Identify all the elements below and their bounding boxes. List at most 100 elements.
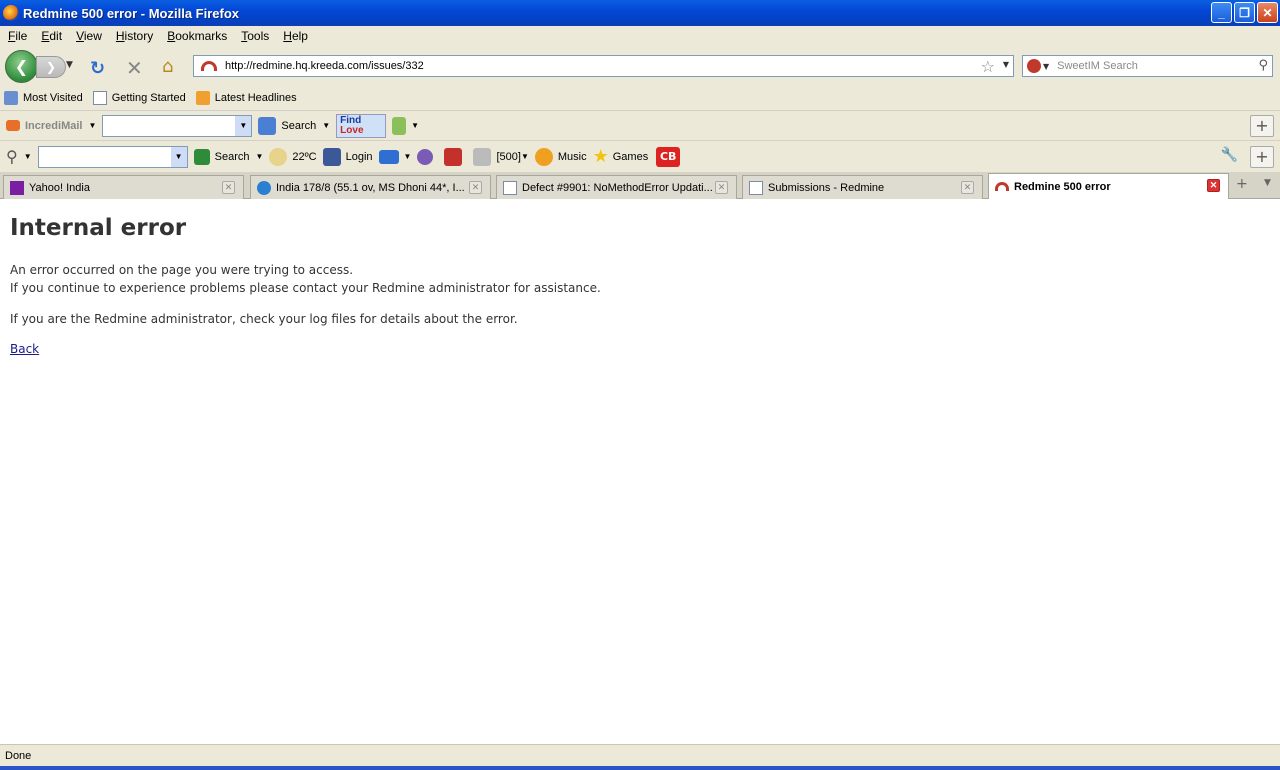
chevron-down-icon[interactable]: ▼ — [170, 146, 187, 167]
yahoo-icon — [10, 180, 24, 195]
menu-view[interactable]: View — [76, 29, 102, 43]
toolbar2-search-box[interactable]: ▼ — [37, 145, 188, 168]
toolbar2-search-menu[interactable]: ⚲ ▼ — [6, 147, 32, 167]
menu-file[interactable]: File — [8, 29, 27, 43]
tab-label: India 178/8 (55.1 ov, MS Dhoni 44*, I... — [276, 181, 465, 194]
youtube-button[interactable] — [444, 147, 467, 166]
history-dropdown-icon[interactable]: ▼ — [66, 60, 73, 70]
facebook-login-button[interactable]: Login — [322, 147, 373, 166]
search-engine-icon[interactable] — [1027, 59, 1041, 73]
music-button[interactable]: Music — [534, 147, 587, 166]
bookmark-most-visited[interactable]: Most Visited — [4, 91, 83, 105]
url-dropdown-icon[interactable]: ▼ — [1003, 60, 1009, 69]
email-button[interactable]: ▼ — [378, 149, 412, 164]
bookmark-latest-headlines[interactable]: Latest Headlines — [195, 91, 297, 105]
close-window-button[interactable]: ✕ — [1257, 2, 1278, 23]
firefox-icon — [3, 5, 19, 21]
tab-close-icon[interactable]: ✕ — [469, 181, 482, 194]
bookmark-star-icon[interactable]: ☆ — [981, 57, 995, 76]
menu-history[interactable]: History — [116, 29, 153, 43]
maximize-button[interactable]: ❐ — [1234, 2, 1255, 23]
stop-icon[interactable]: ✕ — [126, 56, 143, 80]
url-bar[interactable]: http://redmine.hq.kreeda.com/issues/332 … — [193, 55, 1014, 77]
bookmark-getting-started[interactable]: Getting Started — [92, 91, 186, 105]
search-bar[interactable]: ▼ SweetIM Search ⚲ — [1022, 55, 1273, 77]
brand-dropdown-icon[interactable]: ▼ — [88, 121, 96, 130]
tab-close-icon[interactable]: ✕ — [222, 181, 235, 194]
search-menu-dropdown-icon[interactable]: ▼ — [24, 152, 32, 161]
counter-dropdown-icon[interactable]: ▼ — [521, 152, 529, 161]
window-title: Redmine 500 error - Mozilla Firefox — [23, 5, 240, 21]
toolbar2-search-input[interactable]: ▼ — [37, 145, 188, 168]
menu-tools[interactable]: Tools — [241, 29, 269, 43]
tab-redmine-500-error[interactable]: Redmine 500 error ✕ — [988, 173, 1229, 199]
tab-cricket-score[interactable]: India 178/8 (55.1 ov, MS Dhoni 44*, I...… — [250, 175, 491, 199]
menu-help[interactable]: Help — [283, 29, 308, 43]
chevron-down-icon[interactable]: ▼ — [235, 115, 252, 136]
new-tab-icon[interactable]: + — [1236, 176, 1248, 192]
messenger-button[interactable] — [417, 148, 438, 165]
tab-list-dropdown-icon[interactable]: ▼ — [1264, 178, 1271, 188]
toolbar1-search-input[interactable]: ▼ — [102, 114, 253, 137]
back-link[interactable]: Back — [10, 342, 39, 356]
tag-dropdown-icon[interactable]: ▼ — [411, 121, 419, 130]
engine-dropdown-icon[interactable]: ▼ — [1043, 62, 1049, 71]
site-favicon-icon — [201, 61, 217, 71]
weather-widget[interactable]: 22ºC — [269, 147, 317, 166]
status-text: Done — [5, 749, 32, 762]
incredimail-logo[interactable]: IncrediMail ▼ — [6, 120, 96, 132]
home-icon[interactable]: ⌂ — [162, 56, 173, 77]
window-controls: _ ❐ ✕ — [1211, 2, 1278, 23]
music-label: Music — [557, 150, 587, 163]
tab-label: Redmine 500 error — [1014, 180, 1111, 193]
toolbar2-search-button[interactable]: Search ▼ — [193, 148, 264, 165]
minimize-button[interactable]: _ — [1211, 2, 1232, 23]
back-button[interactable]: ❮ — [5, 50, 38, 83]
envelope-icon — [378, 149, 399, 164]
search-dropdown-icon[interactable]: ▼ — [256, 152, 264, 161]
sun-icon — [269, 147, 288, 166]
email-dropdown-icon[interactable]: ▼ — [404, 152, 412, 161]
search-dropdown-icon[interactable]: ▼ — [322, 121, 330, 130]
weather-temperature: 22ºC — [292, 150, 317, 163]
tab-close-icon[interactable]: ✕ — [715, 181, 728, 194]
page-heading: Internal error — [10, 215, 187, 241]
tab-close-icon[interactable]: ✕ — [961, 181, 974, 194]
menu-bookmarks[interactable]: Bookmarks — [167, 29, 227, 43]
error-message-line2: If you continue to experience problems p… — [10, 281, 601, 295]
toolbar1-extra-button[interactable]: ▼ — [392, 116, 419, 135]
search-input[interactable]: SweetIM Search — [1057, 60, 1138, 72]
forward-button[interactable]: ❯ — [36, 56, 66, 78]
sweetim-toolbar: ⚲ ▼ ▼ Search ▼ 22ºC Login ▼ [500] ▼ Musi… — [0, 141, 1280, 172]
cricket-icon — [257, 180, 271, 195]
page-icon — [749, 180, 763, 195]
facebook-icon — [322, 147, 341, 166]
search-icon[interactable]: ⚲ — [1258, 58, 1268, 73]
find-love-button[interactable]: Find Love — [336, 113, 387, 138]
toolbar1-search-button[interactable]: Search ▼ — [258, 116, 330, 135]
taskbar-edge — [0, 766, 1280, 770]
games-label: Games — [612, 150, 649, 163]
menu-edit[interactable]: Edit — [41, 29, 62, 43]
url-text[interactable]: http://redmine.hq.kreeda.com/issues/332 — [225, 60, 424, 72]
tab-submissions[interactable]: Submissions - Redmine ✕ — [742, 175, 983, 199]
search-label: Search — [214, 150, 250, 163]
games-button[interactable]: ★ Games — [593, 146, 649, 167]
page-icon — [503, 180, 517, 195]
redmine-icon — [995, 182, 1009, 191]
go-arrow-icon — [193, 148, 210, 165]
toolbar1-search-box[interactable]: ▼ — [102, 114, 253, 137]
cb-button[interactable]: CB — [656, 146, 681, 167]
tab-close-icon[interactable]: ✕ — [1207, 179, 1220, 192]
wrench-icon[interactable]: 🔧 — [1221, 147, 1238, 163]
rss-icon — [195, 91, 210, 105]
tab-defect-9901[interactable]: Defect #9901: NoMethodError Updati... ✕ — [496, 175, 737, 199]
toolbar2-add-button[interactable]: + — [1250, 145, 1274, 168]
bookmark-label: Most Visited — [23, 92, 83, 104]
counter-button[interactable]: [500] ▼ — [473, 147, 529, 166]
tab-label: Yahoo! India — [29, 181, 90, 194]
counter-label: [500] — [496, 150, 521, 163]
tab-yahoo-india[interactable]: Yahoo! India ✕ — [3, 175, 244, 199]
toolbar1-add-button[interactable]: + — [1250, 114, 1274, 137]
reload-icon[interactable]: ↻ — [90, 58, 105, 79]
